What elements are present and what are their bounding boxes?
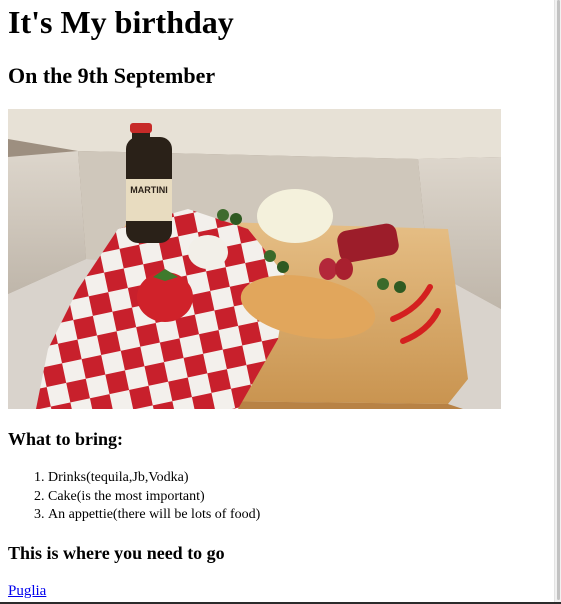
bottle-label: MARTINI <box>130 185 168 195</box>
location-link[interactable]: Puglia <box>8 582 46 600</box>
birthday-cake-image: MARTINI <box>8 109 501 409</box>
scrollbar-thumb[interactable] <box>557 0 560 600</box>
bring-list: Drinks(tequila,Jb,Vodka) Cake(is the mos… <box>8 469 260 525</box>
list-item: Cake(is the most important) <box>48 488 260 507</box>
list-item: Drinks(tequila,Jb,Vodka) <box>48 469 260 488</box>
list-item: An appettie(there will be lots of food) <box>48 506 260 525</box>
bring-heading: What to bring: <box>8 429 124 449</box>
vertical-scrollbar[interactable] <box>554 0 561 604</box>
date-subtitle: On the 9th September <box>8 63 216 88</box>
location-heading: This is where you need to go <box>8 543 225 563</box>
page-title: It's My birthday <box>8 4 234 40</box>
